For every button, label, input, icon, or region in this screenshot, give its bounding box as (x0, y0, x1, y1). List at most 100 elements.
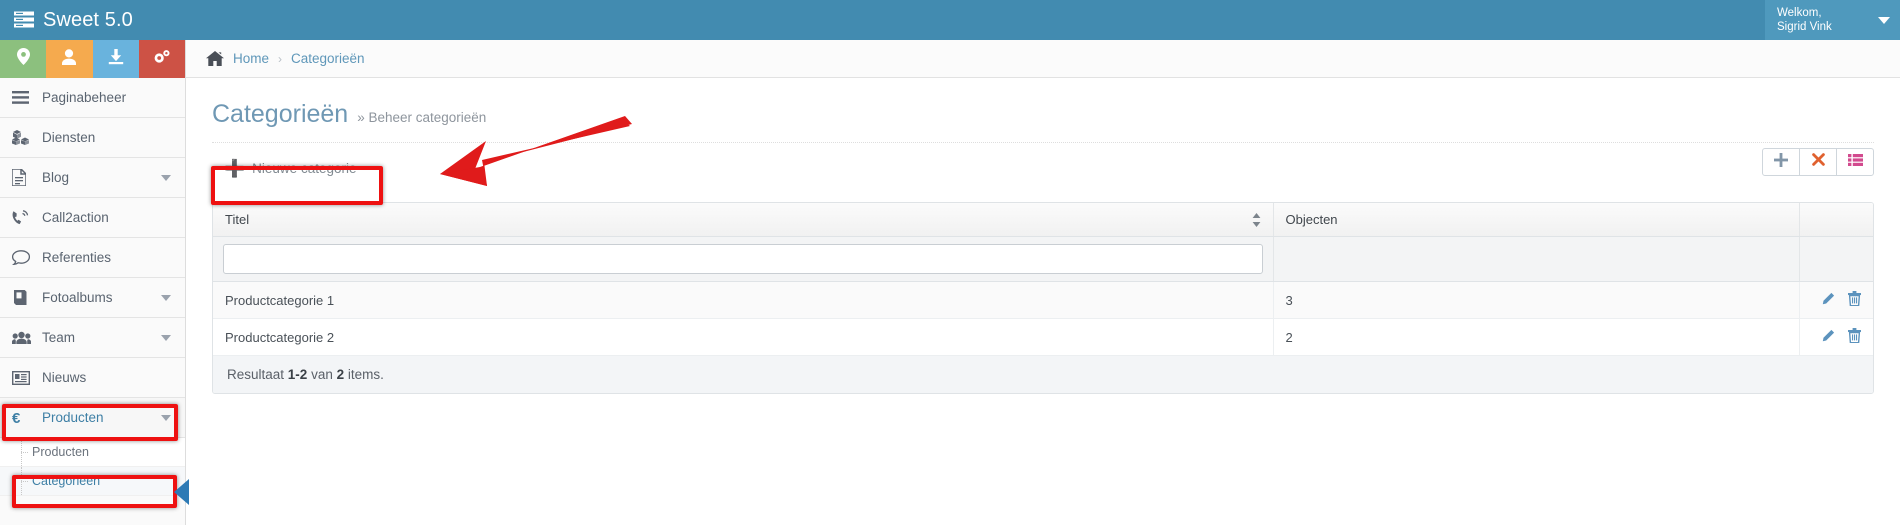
sidebar-subitem-producten[interactable]: Producten (0, 438, 185, 467)
cell-acties (1799, 318, 1873, 356)
result-range: 1-2 (287, 367, 308, 382)
filter-cell-titel (213, 236, 1273, 282)
user-greeting: Welkom, (1777, 7, 1822, 19)
sidebar-item-fotoalbums[interactable]: Fotoalbums (0, 278, 185, 318)
download-icon (108, 48, 124, 70)
quick-action-bar (0, 40, 185, 78)
map-marker-icon (16, 48, 30, 70)
bars-icon (12, 91, 36, 104)
sidebar: Paginabeheer Diensten Blog Call2action R… (0, 40, 186, 525)
column-header-titel-label: Titel (225, 212, 250, 227)
sidebar-item-diensten[interactable]: Diensten (0, 118, 185, 158)
users-icon (12, 331, 36, 345)
breadcrumb: Home › Categorieën (186, 40, 1900, 78)
add-button[interactable] (1762, 148, 1800, 176)
new-category-button[interactable]: ➕ Nieuwe categorie (218, 156, 362, 181)
sidebar-item-label: Team (42, 330, 76, 345)
user-name: Sigrid Vink (1777, 21, 1832, 33)
app-title: Sweet 5.0 (43, 8, 133, 31)
column-header-objecten-label: Objecten (1285, 212, 1338, 227)
result-prefix: Resultaat (227, 367, 288, 382)
result-total: 2 (336, 367, 345, 382)
sidebar-item-call2action[interactable]: Call2action (0, 198, 185, 238)
sidebar-subitem-categorieen[interactable]: Categorieën (0, 467, 185, 496)
cogs-icon (153, 49, 171, 70)
sidebar-item-referenties[interactable]: Referenties (0, 238, 185, 278)
comment-icon (12, 250, 36, 265)
user-icon (62, 48, 77, 70)
sidebar-item-label: Diensten (42, 130, 96, 145)
content-toolbar: ➕ Nieuwe categorie (212, 148, 1874, 188)
table-row[interactable]: Productcategorie 1 3 (213, 281, 1873, 319)
home-icon[interactable] (206, 51, 224, 66)
sidebar-item-label: Blog (42, 170, 70, 185)
sidebar-item-label: Paginabeheer (42, 90, 127, 105)
cell-acties (1799, 281, 1873, 319)
chevron-down-icon[interactable] (161, 334, 171, 341)
sidebar-item-blog[interactable]: Blog (0, 158, 185, 198)
caret-down-icon[interactable] (1878, 16, 1890, 24)
sidebar-item-producten[interactable]: € Producten (0, 398, 185, 438)
cell-objecten: 3 (1272, 281, 1800, 319)
breadcrumb-current[interactable]: Categorieën (291, 51, 365, 66)
page-subtitle: » Beheer categorieën (357, 110, 487, 125)
column-header-objecten[interactable]: Objecten (1272, 203, 1800, 237)
filter-cell-acties (1799, 236, 1873, 282)
sidebar-item-nieuws[interactable]: Nieuws (0, 358, 185, 398)
sort-icon[interactable] (1252, 212, 1261, 231)
delete-button[interactable] (1799, 148, 1837, 176)
file-text-icon (12, 169, 36, 186)
chevron-down-icon[interactable] (161, 294, 171, 301)
table-filter-row (213, 236, 1873, 282)
sidebar-subitem-label: Categorieën (32, 474, 101, 488)
server-icon (14, 11, 34, 29)
result-middle: van (307, 367, 337, 382)
cubes-icon (12, 130, 36, 145)
sidebar-item-label: Call2action (42, 210, 109, 225)
sidebar-item-label: Fotoalbums (42, 290, 113, 305)
table-row[interactable]: Productcategorie 2 2 (213, 318, 1873, 356)
cell-objecten: 2 (1272, 318, 1800, 356)
screen-root: Sweet 5.0 Welkom, Sigrid Vink Paginabehe… (0, 0, 1900, 525)
column-header-acties (1799, 203, 1873, 237)
user-menu[interactable]: Welkom, Sigrid Vink (1765, 0, 1900, 40)
sidebar-item-label: Nieuws (42, 370, 87, 385)
quick-button-settings[interactable] (138, 40, 185, 78)
table-header-row: Titel Objecten (213, 203, 1873, 237)
result-suffix: items. (344, 367, 384, 382)
pencil-icon[interactable] (1821, 329, 1835, 346)
trash-icon[interactable] (1848, 291, 1861, 309)
app-brand[interactable]: Sweet 5.0 (14, 0, 133, 40)
main-content: Categorieën » Beheer categorieën ➕ Nieuw… (186, 78, 1900, 525)
phone-volume-icon (12, 209, 36, 226)
sidebar-item-paginabeheer[interactable]: Paginabeheer (0, 78, 185, 118)
quick-button-download[interactable] (92, 40, 139, 78)
quick-button-user[interactable] (46, 40, 93, 78)
trash-icon[interactable] (1848, 328, 1861, 346)
user-menu-text: Welkom, Sigrid Vink (1777, 6, 1872, 34)
sidebar-item-label: Producten (42, 410, 104, 425)
breadcrumb-home[interactable]: Home (233, 51, 269, 66)
columns-button[interactable] (1836, 148, 1874, 176)
page-title: Categorieën (212, 100, 349, 128)
page-header: Categorieën » Beheer categorieën (186, 78, 1900, 129)
cell-titel: Productcategorie 2 (213, 318, 1273, 356)
result-summary: Resultaat 1-2 van 2 items. (213, 355, 1873, 393)
quick-button-location[interactable] (0, 40, 47, 78)
top-bar: Sweet 5.0 Welkom, Sigrid Vink (0, 0, 1900, 40)
plus-icon: ➕ (224, 159, 246, 178)
new-category-label: Nieuwe categorie (252, 161, 357, 176)
chevron-down-icon[interactable] (161, 414, 171, 421)
chevron-down-icon[interactable] (161, 174, 171, 181)
euro-icon: € (12, 410, 36, 426)
sidebar-item-team[interactable]: Team (0, 318, 185, 358)
grid-action-buttons (1762, 148, 1874, 176)
column-header-titel[interactable]: Titel (213, 203, 1273, 237)
breadcrumb-separator: › (278, 51, 283, 66)
svg-text:€: € (12, 410, 21, 426)
book-icon (12, 290, 36, 305)
plus-icon (1774, 152, 1788, 172)
pencil-icon[interactable] (1821, 292, 1835, 309)
titel-filter-input[interactable] (223, 244, 1263, 274)
times-icon (1811, 153, 1825, 171)
